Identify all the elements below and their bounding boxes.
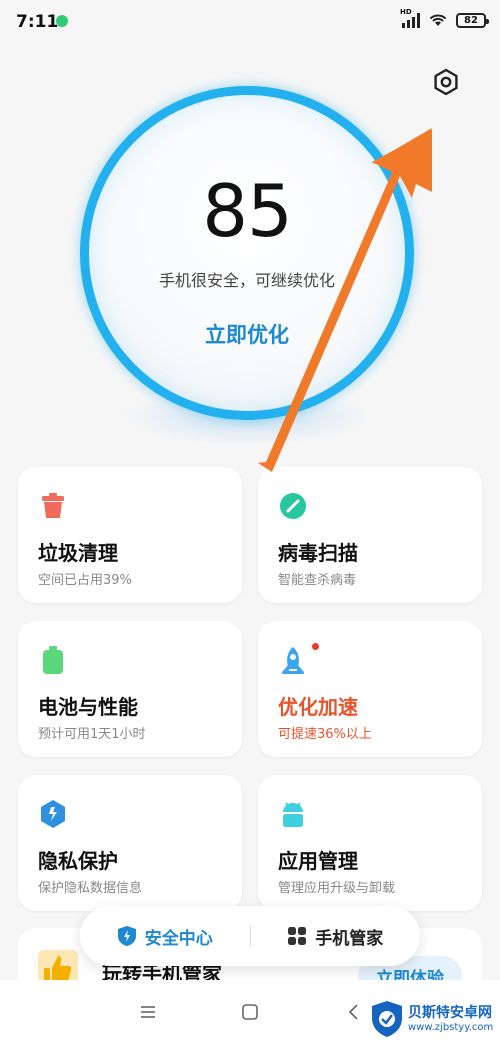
virus-scan-icon <box>280 493 306 519</box>
card-virus-scan[interactable]: 病毒扫描 智能查杀病毒 <box>258 467 482 603</box>
back-nav-button[interactable] <box>342 1000 366 1024</box>
notification-badge <box>312 643 319 650</box>
home-square-icon <box>242 1004 258 1020</box>
watermark: 贝斯特安卓网 www.zjbstyy.com <box>370 1000 498 1040</box>
card-subtitle: 智能查杀病毒 <box>278 573 357 588</box>
notification-icon <box>56 15 68 27</box>
score-ring: 85 手机很安全，可继续优化 立即优化 <box>80 86 414 420</box>
tab-label: 手机管家 <box>315 928 384 949</box>
card-privacy-protection[interactable]: 隐私保护 保护隐私数据信息 <box>18 775 242 911</box>
trash-icon <box>42 493 64 518</box>
card-subtitle: 空间已占用39% <box>38 573 132 588</box>
battery-indicator: 82 <box>456 12 489 28</box>
gear-icon <box>434 68 458 96</box>
card-title: 优化加速 <box>278 695 358 719</box>
card-subtitle: 预计可用1天1小时 <box>38 727 146 742</box>
tab-label: 安全中心 <box>144 928 213 949</box>
optimize-now-button[interactable]: 立即优化 <box>89 319 405 349</box>
card-title: 隐私保护 <box>38 849 118 873</box>
card-subtitle: 保护隐私数据信息 <box>38 881 143 896</box>
menu-nav-button[interactable] <box>136 1000 160 1024</box>
tab-security-center[interactable]: 安全中心 <box>80 906 250 966</box>
security-score: 85 <box>202 169 293 253</box>
score-description: 手机很安全，可继续优化 <box>158 271 335 290</box>
settings-button[interactable] <box>430 66 462 98</box>
menu-icon <box>141 1006 155 1018</box>
shield-icon <box>117 926 136 946</box>
status-bar: 7:11 HD 82 <box>0 0 500 44</box>
battery-icon <box>43 646 63 674</box>
wifi-icon <box>429 14 447 26</box>
grid-icon <box>288 927 307 945</box>
watermark-name: 贝斯特安卓网 <box>408 1005 492 1021</box>
card-subtitle: 管理应用升级与卸载 <box>278 881 396 896</box>
tab-phone-manager[interactable]: 手机管家 <box>251 906 421 966</box>
privacy-shield-icon <box>41 800 65 828</box>
watermark-logo-icon <box>372 1001 402 1037</box>
card-title: 应用管理 <box>278 849 358 873</box>
card-title: 垃圾清理 <box>38 541 118 565</box>
card-speed-boost[interactable]: 优化加速 可提速36%以上 <box>258 621 482 757</box>
android-icon <box>283 802 303 827</box>
back-chevron-icon <box>348 1004 358 1020</box>
signal-icon: HD <box>400 8 420 28</box>
bottom-tab-switch: 安全中心 手机管家 <box>80 906 420 966</box>
rocket-icon <box>282 647 304 674</box>
network-type-label: HD <box>400 8 412 16</box>
card-title: 病毒扫描 <box>278 541 358 565</box>
card-junk-clean[interactable]: 垃圾清理 空间已占用39% <box>18 467 242 603</box>
card-subtitle: 可提速36%以上 <box>278 727 372 742</box>
card-title: 电池与性能 <box>38 695 138 719</box>
score-panel: 85 手机很安全，可继续优化 立即优化 <box>80 86 414 446</box>
status-time: 7:11 <box>16 12 59 32</box>
card-battery-performance[interactable]: 电池与性能 预计可用1天1小时 <box>18 621 242 757</box>
status-icons: HD 82 <box>400 8 489 28</box>
watermark-url: www.zjbstyy.com <box>408 1022 494 1033</box>
home-nav-button[interactable] <box>238 1000 262 1024</box>
card-app-management[interactable]: 应用管理 管理应用升级与卸载 <box>258 775 482 911</box>
